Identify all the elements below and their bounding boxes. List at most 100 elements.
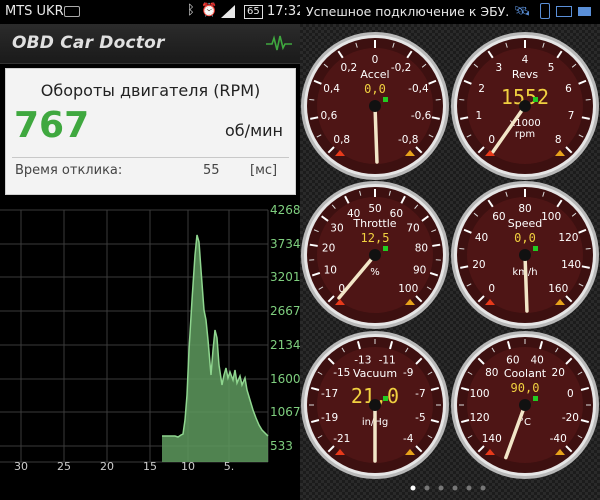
gauge-tick bbox=[432, 243, 441, 247]
gauge-tick-label: 100 bbox=[398, 283, 418, 295]
notification-bar: Успешное подключение к ЭБУ. 🛰 bbox=[300, 0, 600, 24]
gauge-hub bbox=[369, 100, 381, 112]
gauge-hub bbox=[519, 100, 531, 112]
gauge-hub bbox=[519, 399, 531, 411]
bluetooth-icon: ᛒ bbox=[187, 3, 195, 18]
y-tick-label: 1067 bbox=[270, 405, 300, 419]
rpm-history-chart[interactable]: 426837343201266721341600106753330 25 20 15 1… bbox=[0, 200, 300, 500]
gauge-vacuum[interactable]: -21-19-17-15-13-11-9-7-5-4Vacuum21,0in/H… bbox=[301, 331, 449, 479]
gauge-tick-label: 0,6 bbox=[321, 110, 338, 122]
y-tick-label: 533 bbox=[270, 439, 293, 453]
gauge-tick-label: 0 bbox=[488, 283, 495, 295]
gauge-accel[interactable]: 0,8 0,6 0,40,2 0 -0,2 -0,4 -0,6 -0,8 Accel0,0 bbox=[301, 32, 449, 180]
notification-text: Успешное подключение к ЭБУ. bbox=[306, 4, 510, 19]
gauge-value: 90,0 bbox=[511, 381, 540, 395]
page-dot bbox=[480, 485, 486, 491]
gauge-tick-label: -11 bbox=[379, 355, 396, 367]
phone-icon bbox=[540, 3, 550, 19]
gauge-needle bbox=[373, 104, 379, 164]
gauge-status-led bbox=[533, 97, 538, 102]
gauge-tick-label: 80 bbox=[415, 243, 428, 255]
gauge-tick-label: -0,4 bbox=[408, 83, 429, 95]
gauge-speed[interactable]: 020406080100120140160Speed0,0km/h bbox=[451, 181, 599, 329]
x-tick-label: 25 bbox=[57, 460, 71, 473]
gauge-tick-label: 2 bbox=[478, 83, 485, 95]
gauge-tick-label: 60 bbox=[506, 355, 519, 367]
gauge-tick-label: -21 bbox=[333, 433, 350, 445]
signal-strength-icon bbox=[221, 5, 235, 18]
gauge-label: Vacuum bbox=[353, 367, 397, 380]
gauge-status-led bbox=[533, 246, 538, 251]
rpm-card[interactable]: Обороты двигателя (RPM) 767 об/мин Время… bbox=[5, 68, 296, 195]
y-tick-label: 3734 bbox=[270, 237, 300, 251]
gauge-status-led bbox=[533, 396, 538, 401]
gauge-tick-label: 80 bbox=[518, 203, 531, 215]
gauge-tick-label: 0,8 bbox=[333, 134, 350, 146]
app-title: OBD Car Doctor bbox=[12, 33, 165, 53]
app-header: OBD Car Doctor bbox=[0, 24, 300, 64]
page-dot bbox=[424, 485, 430, 491]
gauge-tick-label: 100 bbox=[541, 211, 561, 223]
gauge-tick-label: 20 bbox=[552, 367, 565, 379]
gauge-tick-label: -40 bbox=[550, 433, 567, 445]
gauge-throttle[interactable]: 010203040 50 60708090100Throttle12,5% bbox=[301, 181, 449, 329]
gauge-tick-label: 90 bbox=[413, 265, 426, 277]
gauge-label: Throttle bbox=[352, 217, 396, 230]
gauge-tick-label: -20 bbox=[562, 412, 579, 424]
message-icon bbox=[556, 6, 572, 17]
carrier-label: MTS UKR bbox=[5, 4, 64, 19]
gauge-label: Accel bbox=[360, 68, 389, 81]
gauge-tick-label: 0 bbox=[372, 54, 379, 66]
card-divider bbox=[12, 157, 289, 158]
pulse-monitor-icon[interactable] bbox=[266, 34, 292, 54]
gauge-tick-label: 0 bbox=[488, 134, 495, 146]
gauge-tick-label: 40 bbox=[475, 232, 488, 244]
y-tick-label: 4268 bbox=[270, 203, 300, 217]
gauge-hub bbox=[519, 249, 531, 261]
gauge-tick-label: 140 bbox=[482, 433, 502, 445]
page-dot bbox=[438, 485, 444, 491]
gauge-tick-label: 7 bbox=[568, 110, 575, 122]
gauge-status-led bbox=[383, 97, 388, 102]
gauge-label: Speed bbox=[508, 217, 542, 230]
gauge-tick-label: 10 bbox=[324, 265, 337, 277]
gauge-tick-label: 120 bbox=[558, 232, 578, 244]
gauge-tick-label: 20 bbox=[472, 259, 485, 271]
pid-name: Обороты двигателя (RPM) bbox=[40, 81, 261, 100]
response-time-label: Время отклика: bbox=[15, 163, 123, 178]
pid-unit: об/мин bbox=[225, 121, 283, 140]
gauge-tick-label: 100 bbox=[470, 388, 490, 400]
gauge-value: 0,0 bbox=[364, 82, 386, 96]
gauge-hub bbox=[369, 399, 381, 411]
gauge-tick-label: 3 bbox=[496, 62, 503, 74]
gauge-panel[interactable]: 0,80,60,40,20-0,2-0,4-0,6-0,8Accel0,0012… bbox=[300, 0, 600, 500]
response-time-value: 55 bbox=[203, 163, 220, 178]
x-tick-label: 20 bbox=[100, 460, 114, 473]
gauge-tick-label: 70 bbox=[406, 222, 419, 234]
gauge-tick-label: 0,4 bbox=[323, 83, 340, 95]
gauge-coolant[interactable]: 1401201008060 40200-20-40Coolant90,0°C bbox=[451, 331, 599, 479]
page-dot bbox=[452, 485, 458, 491]
gauge-tick-label: 30 bbox=[330, 222, 343, 234]
gauge-tick-label: -19 bbox=[321, 412, 338, 424]
gauge-tick-label: 8 bbox=[555, 134, 562, 146]
status-bar: MTS UKR ᛒ ⏰ 65 17:32 bbox=[0, 0, 304, 24]
gauge-value: 12,5 bbox=[361, 231, 390, 245]
page-dot bbox=[410, 485, 416, 491]
satellite-icon: 🛰 bbox=[514, 4, 531, 19]
gauge-tick-label: 6 bbox=[565, 83, 572, 95]
gauge-status-led bbox=[383, 246, 388, 251]
gauge-tick-label: -0,2 bbox=[391, 62, 412, 74]
gauge-needle bbox=[523, 253, 529, 313]
gauge-tick-label: 160 bbox=[548, 283, 568, 295]
page-dot bbox=[466, 485, 472, 491]
gauge-tick-label: 60 bbox=[492, 211, 505, 223]
y-tick-label: 2667 bbox=[270, 304, 300, 318]
gauge-revs[interactable]: 012345678Revs1552x1000rpm bbox=[451, 32, 599, 180]
gauge-tick-label: -0,8 bbox=[398, 134, 419, 146]
battery-icon: 65 bbox=[244, 5, 263, 19]
gauge-tick-label: 4 bbox=[522, 54, 529, 66]
clock: 17:32 bbox=[267, 4, 305, 19]
y-tick-label: 1600 bbox=[270, 372, 300, 386]
alarm-clock-icon: ⏰ bbox=[201, 3, 218, 18]
